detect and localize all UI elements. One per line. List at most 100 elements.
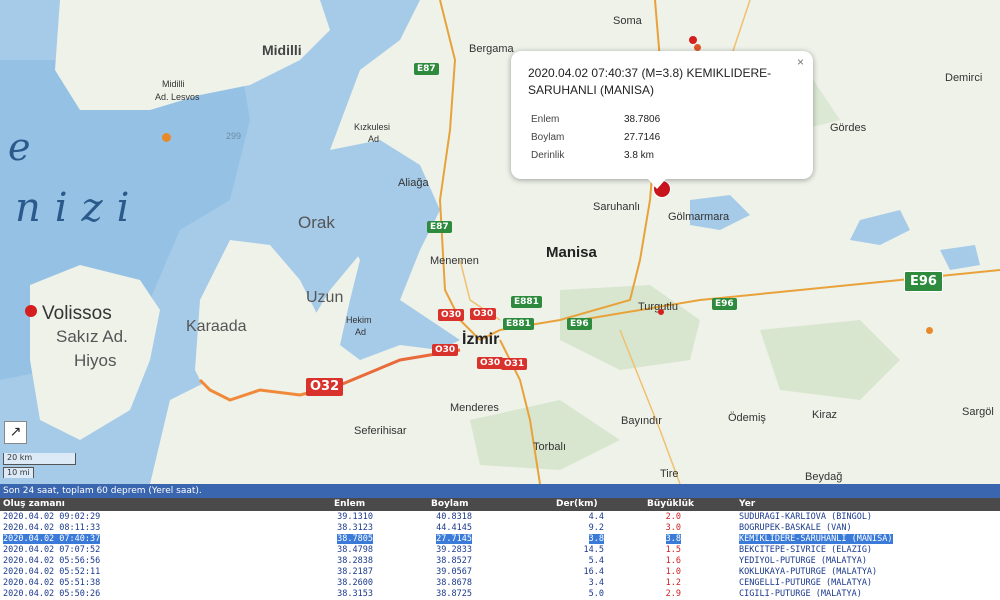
popup-lat-value: 38.7806 (624, 114, 661, 125)
island-label: Sakız Ad. (56, 327, 128, 346)
col-lon[interactable]: Boylam (431, 498, 468, 511)
table-row[interactable]: 2020.04.02 05:51:38 38.2600 38.8678 3.4 1.2 C… (0, 578, 1000, 588)
cell-lat: 38.7805 (337, 534, 373, 544)
map-basemap (0, 0, 1000, 484)
col-time[interactable]: Oluş zamanı (3, 498, 65, 511)
road-shield: E87 (427, 221, 452, 233)
cell-time: 2020.04.02 05:56:56 (3, 556, 101, 566)
table-row[interactable]: 2020.04.02 07:40:37 38.7805 27.7145 3.8 3.8 K… (0, 534, 1000, 544)
cell-depth: 16.4 (583, 567, 604, 577)
scale-km: 20 km (3, 453, 76, 465)
quake-marker[interactable] (689, 36, 697, 44)
cell-lat: 38.2187 (337, 567, 373, 577)
cell-depth: 3.8 (588, 534, 604, 544)
cell-mag: 1.0 (665, 567, 681, 577)
cell-lat: 38.2838 (337, 556, 373, 566)
city-label: Menderes (450, 402, 499, 414)
island-label: Volissos (42, 303, 112, 324)
expand-icon[interactable]: ↗ (4, 421, 27, 444)
island-sublabel: Ad. Lesvos (155, 92, 200, 102)
cell-depth: 14.5 (583, 545, 604, 555)
cell-lon: 38.8527 (436, 556, 472, 566)
road-shield: E87 (414, 63, 439, 75)
cell-lon: 38.8725 (436, 589, 472, 599)
map-view[interactable]: e nizi Midilli Midilli Ad. Lesvos Voliss… (0, 0, 1000, 484)
table-row[interactable]: 2020.04.02 05:50:26 38.3153 38.8725 5.0 2.9 C… (0, 589, 1000, 599)
cell-lon: 27.7145 (436, 534, 472, 544)
col-place[interactable]: Yer (739, 498, 755, 511)
cell-depth: 4.4 (588, 512, 604, 522)
city-label: Tire (660, 468, 679, 480)
cell-depth: 9.2 (588, 523, 604, 533)
cell-time: 2020.04.02 07:07:52 (3, 545, 101, 555)
quake-marker[interactable] (25, 305, 37, 317)
cell-place: YEDIYOL-PUTURGE (MALATYA) (739, 556, 867, 566)
quake-marker[interactable] (658, 309, 664, 315)
cell-time: 2020.04.02 05:52:11 (3, 567, 101, 577)
quake-info-popup: 2020.04.02 07:40:37 (M=3.8) KEMIKLIDERE-… (511, 51, 813, 189)
popup-pointer (648, 179, 666, 189)
col-depth[interactable]: Der(km) (556, 498, 598, 511)
status-bar: Son 24 saat, toplam 60 deprem (Yerel saa… (0, 484, 1000, 498)
road-shield: E96 (712, 298, 737, 310)
popup-lon-label: Boylam (531, 132, 565, 143)
cell-mag: 2.9 (665, 589, 681, 599)
cell-depth: 3.4 (588, 578, 604, 588)
city-label: Soma (613, 15, 642, 27)
popup-lon-value: 27.7146 (624, 132, 661, 143)
table-row[interactable]: 2020.04.02 05:56:56 38.2838 38.8527 5.4 1.6 Y… (0, 556, 1000, 566)
close-icon[interactable]: × (797, 55, 804, 69)
cell-mag: 1.5 (665, 545, 681, 555)
cell-time: 2020.04.02 08:11:33 (3, 523, 101, 533)
city-label: Gördes (830, 122, 867, 134)
popup-lat-label: Enlem (531, 114, 560, 125)
quake-marker[interactable] (162, 133, 171, 142)
road-shield: O30 (432, 344, 459, 356)
cell-mag: 2.0 (665, 512, 681, 522)
cell-mag: 3.8 (665, 534, 681, 544)
scale-mi: 10 mi (3, 467, 34, 478)
cell-place: CIGILI-PUTURGE (MALATYA) (739, 589, 862, 599)
cell-depth: 5.0 (588, 589, 604, 599)
popup-title: 2020.04.02 07:40:37 (M=3.8) KEMIKLIDERE-… (528, 66, 772, 97)
cell-time: 2020.04.02 07:40:37 (3, 534, 101, 544)
map-scale: 20 km 10 mi (3, 453, 76, 479)
road-shield: O32 (306, 378, 344, 396)
cell-place: KOKLUKAYA-PUTURGE (MALATYA) (739, 567, 878, 577)
city-label: Hekim (346, 315, 372, 325)
road-shield: E96 (567, 318, 592, 330)
cell-time: 2020.04.02 05:51:38 (3, 578, 101, 588)
quake-marker[interactable] (694, 44, 701, 51)
col-mag[interactable]: Büyüklük (647, 498, 694, 511)
road-shield: O30 (470, 308, 497, 320)
city-label: İzmir (462, 331, 500, 348)
table-row[interactable]: 2020.04.02 09:02:29 39.1310 40.8318 4.4 2.0 S… (0, 512, 1000, 522)
depth-label: 299 (226, 131, 242, 141)
city-label: Manisa (546, 244, 597, 261)
city-label: Aliağa (398, 177, 429, 189)
city-label: Bayındır (621, 415, 662, 427)
road-shield: O30 (438, 309, 465, 321)
city-label: Menemen (430, 255, 479, 267)
city-label: Ad (355, 327, 367, 337)
table-row[interactable]: 2020.04.02 05:52:11 38.2187 39.0567 16.4 1.0… (0, 567, 1000, 577)
cell-lon: 40.8318 (436, 512, 472, 522)
cell-lat: 38.3123 (337, 523, 373, 533)
quake-marker[interactable] (926, 327, 933, 334)
cell-time: 2020.04.02 09:02:29 (3, 512, 101, 522)
table-header: Oluş zamanı Enlem Boylam Der(km) Büyüklü… (0, 498, 1000, 511)
island-label: Uzun (306, 289, 344, 306)
table-row[interactable]: 2020.04.02 08:11:33 38.3123 44.4145 9.2 3.0 B… (0, 523, 1000, 533)
highway-shield: E96 (904, 271, 943, 292)
road-shield: E881 (503, 318, 534, 330)
cell-mag: 3.0 (665, 523, 681, 533)
city-label: Ödemiş (728, 412, 766, 424)
table-row[interactable]: 2020.04.02 07:07:52 38.4798 39.2833 14.5 1.5… (0, 545, 1000, 555)
cell-lon: 39.2833 (436, 545, 472, 555)
cell-place: KEMIKLIDERE-SARUHANLI (MANISA) (739, 534, 893, 544)
cell-place: SUDURAGI-KARLIOVA (BINGOL) (739, 512, 873, 522)
cell-lat: 38.4798 (337, 545, 373, 555)
col-lat[interactable]: Enlem (334, 498, 365, 511)
cell-lon: 39.0567 (436, 567, 472, 577)
cell-mag: 1.6 (665, 556, 681, 566)
